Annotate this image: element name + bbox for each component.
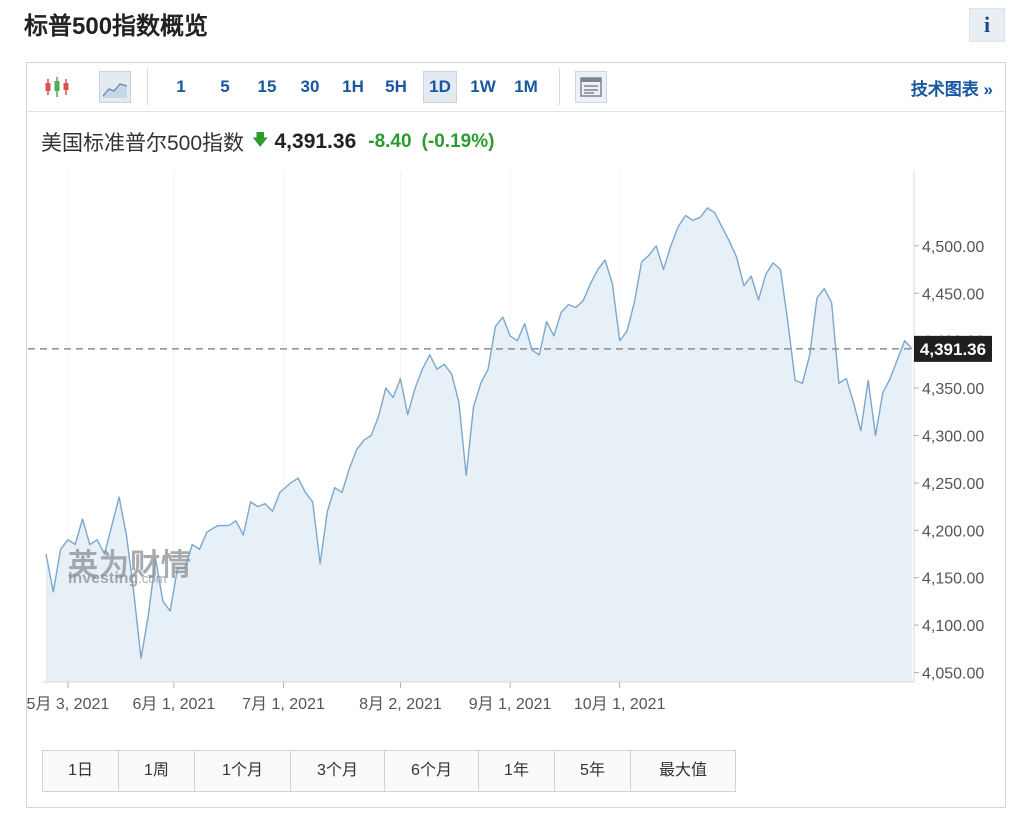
watermark-logo-en: Investing.com (68, 570, 166, 588)
y-tick-label: 4,200.00 (922, 523, 984, 540)
range-1d[interactable]: 1日 (43, 751, 119, 791)
x-tick-label: 10月 1, 2021 (574, 696, 666, 713)
y-tick-label: 4,100.00 (922, 618, 984, 635)
y-tick-label: 4,150.00 (922, 571, 984, 588)
watermark-suffix: .com (138, 571, 167, 586)
range-5y[interactable]: 5年 (555, 751, 631, 791)
range-1m[interactable]: 1个月 (195, 751, 291, 791)
range-1w[interactable]: 1周 (119, 751, 195, 791)
y-tick-label: 4,450.00 (922, 286, 984, 303)
range-6m[interactable]: 6个月 (385, 751, 479, 791)
x-tick-label: 8月 2, 2021 (359, 696, 442, 713)
y-tick-label: 4,500.00 (922, 239, 984, 256)
y-tick-label: 4,250.00 (922, 476, 984, 493)
x-tick-label: 6月 1, 2021 (133, 696, 216, 713)
x-tick-label: 9月 1, 2021 (469, 696, 552, 713)
y-tick-label: 4,300.00 (922, 428, 984, 445)
x-tick-label: 5月 3, 2021 (27, 696, 110, 713)
y-tick-label: 4,050.00 (922, 666, 984, 683)
range-max[interactable]: 最大值 (631, 751, 735, 791)
last-price-tag-label: 4,391.36 (920, 340, 986, 359)
y-tick-label: 4,350.00 (922, 381, 984, 398)
range-1y[interactable]: 1年 (479, 751, 555, 791)
watermark-brand: Investing (68, 570, 139, 587)
range-3m[interactable]: 3个月 (291, 751, 385, 791)
price-chart: 4,050.00 4,100.00 4,150.00 4,200.00 4,250.00… (27, 170, 992, 713)
x-tick-label: 7月 1, 2021 (242, 696, 325, 713)
range-selector: 1日 1周 1个月 3个月 6个月 1年 5年 最大值 (42, 750, 736, 792)
